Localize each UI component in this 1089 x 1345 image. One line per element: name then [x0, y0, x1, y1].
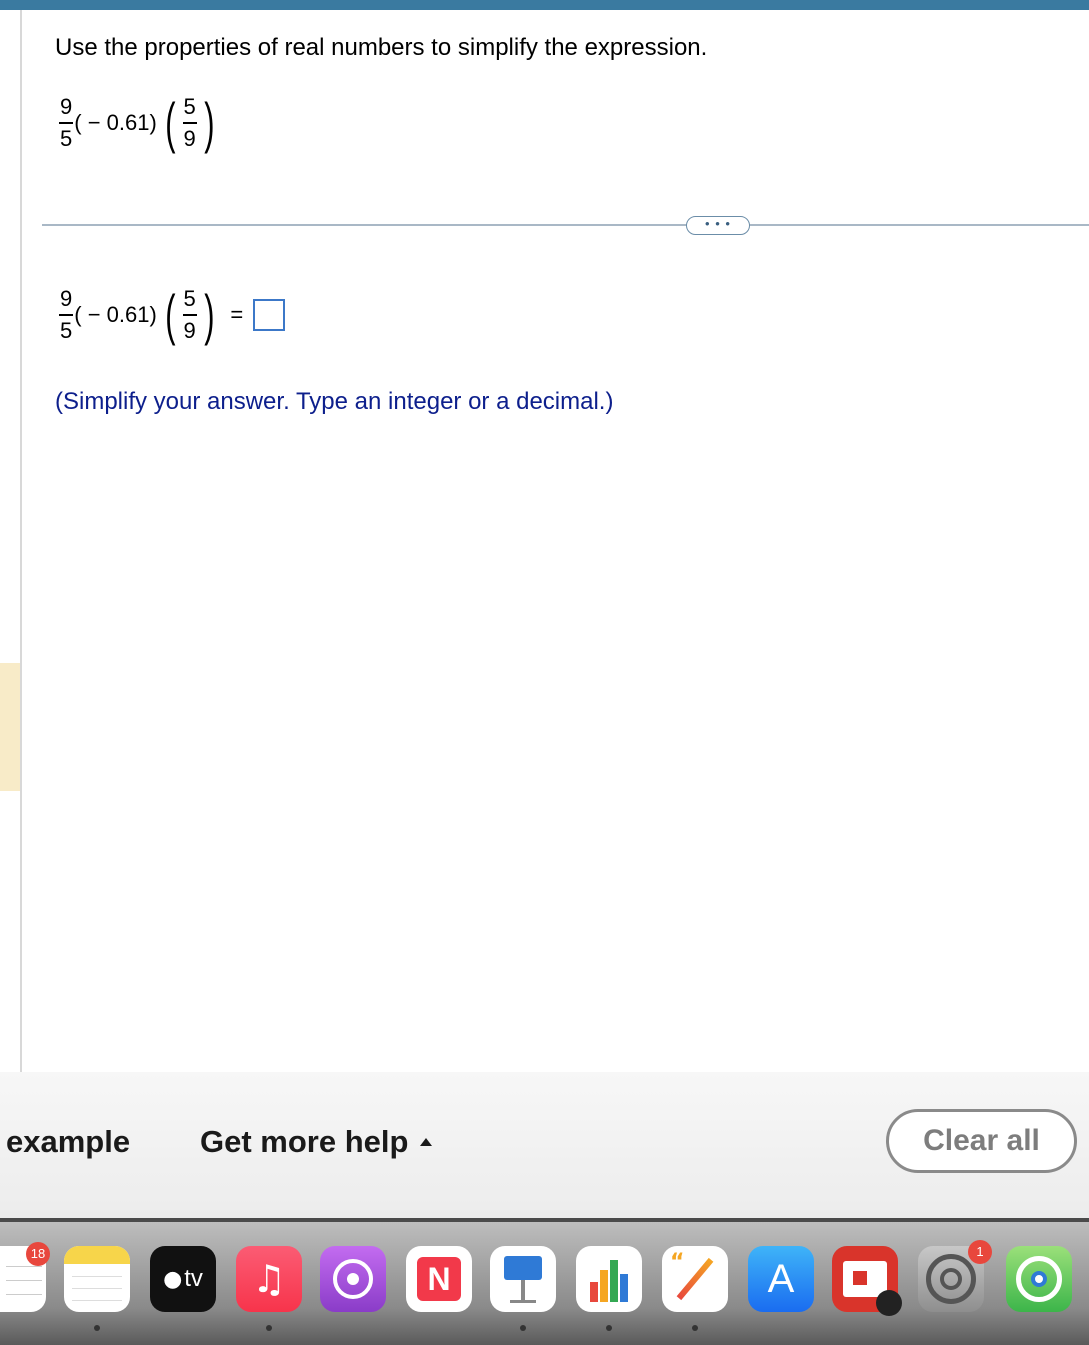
parenthesized-fraction: ( 5 9 ) [161, 287, 219, 343]
fraction-denominator: 5 [60, 125, 73, 151]
running-indicator [692, 1325, 698, 1331]
music-icon[interactable]: ♫ [236, 1246, 302, 1312]
help-label: Get more help [200, 1124, 409, 1159]
caret-up-icon [420, 1138, 433, 1146]
open-paren: ( [164, 91, 176, 154]
clear-all-button[interactable]: Clear all [886, 1109, 1077, 1173]
middle-factor: ( − 0.61) [74, 302, 157, 327]
fraction-numerator: 5 [183, 94, 196, 120]
keynote-icon[interactable] [490, 1246, 556, 1312]
question-instruction: Use the properties of real numbers to si… [55, 34, 708, 61]
top-accent-bar [0, 0, 1089, 10]
close-paren: ) [203, 91, 215, 154]
apple-tv-icon[interactable]: ● tv [150, 1246, 216, 1312]
app-store-icon[interactable]: A [748, 1246, 814, 1312]
podcasts-icon[interactable] [320, 1246, 386, 1312]
equals-sign: = [230, 302, 244, 327]
news-icon[interactable]: N [406, 1246, 472, 1312]
running-indicator [520, 1325, 526, 1331]
running-indicator [94, 1325, 100, 1331]
get-more-help-link[interactable]: Get more help [200, 1124, 433, 1160]
fraction-denominator: 9 [183, 317, 196, 343]
notes-icon[interactable] [64, 1246, 130, 1312]
given-expression: 9 5 ( − 0.61) ( 5 9 ) [58, 95, 218, 151]
parenthesized-fraction: ( 5 9 ) [161, 95, 219, 151]
settings-badge: 1 [968, 1240, 992, 1264]
answer-input[interactable] [253, 299, 286, 331]
fraction-five-ninths: 5 9 [181, 96, 197, 150]
fraction-nine-fifths: 9 5 [58, 288, 74, 342]
fraction-numerator: 9 [60, 94, 73, 120]
answer-hint: (Simplify your answer. Type an integer o… [55, 388, 614, 415]
fraction-bar [59, 314, 74, 316]
fraction-numerator: 9 [60, 286, 73, 312]
left-border [20, 10, 22, 1072]
find-my-icon[interactable] [1006, 1246, 1072, 1312]
tv-label: tv [184, 1265, 203, 1292]
numbers-icon[interactable] [576, 1246, 642, 1312]
calendar-badge: 18 [26, 1242, 50, 1266]
fraction-five-ninths: 5 9 [181, 288, 197, 342]
fraction-denominator: 9 [183, 125, 196, 151]
pages-icon[interactable]: “ [662, 1246, 728, 1312]
example-link[interactable]: example [6, 1124, 130, 1160]
fraction-bar [59, 122, 74, 124]
close-paren: ) [203, 283, 215, 346]
running-indicator [606, 1325, 612, 1331]
apple-logo-icon: ● [163, 1266, 183, 1292]
running-indicator [266, 1325, 272, 1331]
middle-factor: ( − 0.61) [74, 110, 157, 135]
fraction-bar [182, 314, 197, 316]
side-tab[interactable] [0, 663, 20, 791]
fraction-denominator: 5 [60, 317, 73, 343]
fraction-bar [182, 122, 197, 124]
open-paren: ( [164, 283, 176, 346]
fraction-nine-fifths: 9 5 [58, 96, 74, 150]
section-divider [42, 224, 1089, 226]
fraction-numerator: 5 [183, 286, 196, 312]
answer-expression: 9 5 ( − 0.61) ( 5 9 ) = [58, 287, 286, 343]
photo-booth-icon[interactable] [832, 1246, 902, 1316]
more-options-button[interactable]: • • • [686, 216, 750, 235]
